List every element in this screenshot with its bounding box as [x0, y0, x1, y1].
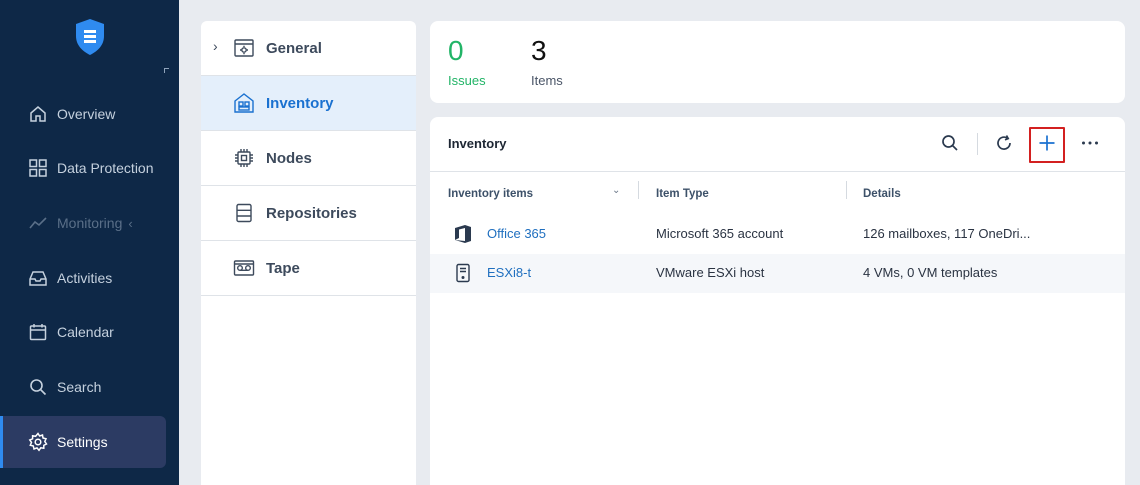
- grid-icon: [28, 158, 48, 178]
- refresh-button[interactable]: [986, 127, 1022, 163]
- more-options-button[interactable]: [1072, 127, 1108, 163]
- column-divider[interactable]: [638, 181, 639, 199]
- column-header-inventory-items[interactable]: Inventory items: [448, 188, 533, 200]
- inventory-icon: [233, 92, 255, 114]
- chart-line-icon: [28, 213, 48, 233]
- nav-label: Data Protection: [57, 160, 154, 176]
- search-icon: [940, 133, 960, 158]
- nav-label: Search: [57, 379, 102, 395]
- refresh-icon: [994, 133, 1014, 158]
- column-divider[interactable]: [846, 181, 847, 199]
- main-nav: Overview Data Protection Monitoring ‹ Ac…: [0, 0, 179, 485]
- chevron-right-icon[interactable]: ›: [213, 38, 218, 54]
- submenu-label: Tape: [266, 259, 300, 277]
- inventory-item-name[interactable]: ESXi8-t: [487, 265, 531, 280]
- table-row[interactable]: Office 365 Microsoft 365 account 126 mai…: [430, 215, 1125, 254]
- nav-item-activities[interactable]: Activities: [0, 252, 166, 304]
- submenu-label: General: [266, 39, 322, 57]
- nav-item-search[interactable]: Search: [0, 361, 166, 413]
- inventory-item-details: 126 mailboxes, 117 OneDri...: [863, 226, 1031, 241]
- issues-count: 0: [448, 35, 464, 66]
- settings-panel-icon: [233, 37, 255, 59]
- nav-label: Calendar: [57, 324, 114, 340]
- nav-label: Overview: [57, 106, 116, 122]
- nav-label: Monitoring: [57, 215, 123, 231]
- items-label: Items: [531, 73, 563, 88]
- inventory-item-name[interactable]: Office 365: [487, 226, 546, 241]
- gear-icon: [28, 432, 48, 452]
- panel-header: Inventory: [430, 117, 1125, 172]
- inventory-item-type: VMware ESXi host: [656, 265, 765, 280]
- issues-stat[interactable]: 0 Issues: [448, 35, 486, 88]
- table-row[interactable]: ESXi8-t VMware ESXi host 4 VMs, 0 VM tem…: [430, 254, 1125, 293]
- search-button[interactable]: [932, 127, 968, 163]
- submenu-item-inventory[interactable]: Inventory: [201, 76, 416, 131]
- add-button[interactable]: [1029, 127, 1065, 163]
- submenu-item-tape[interactable]: Tape: [201, 241, 416, 296]
- stats-card: 0 Issues 3 Items: [430, 21, 1125, 103]
- logo-shield-icon: [74, 18, 106, 56]
- table-header: Inventory items ⌄ Item Type Details: [430, 179, 1125, 209]
- nav-item-data-protection[interactable]: Data Protection: [0, 142, 166, 194]
- inbox-icon: [28, 268, 48, 288]
- nav-item-settings[interactable]: Settings: [0, 416, 166, 468]
- nav-label: Settings: [57, 434, 108, 450]
- office-icon: [453, 224, 473, 244]
- tape-icon: [233, 257, 255, 279]
- more-icon: [1080, 133, 1100, 158]
- items-count: 3: [531, 35, 547, 66]
- issues-label: Issues: [448, 73, 486, 88]
- inventory-item-type: Microsoft 365 account: [656, 226, 784, 241]
- calendar-icon: [28, 322, 48, 342]
- submenu-item-general[interactable]: › General: [201, 21, 416, 76]
- home-icon: [28, 104, 48, 124]
- panel-title: Inventory: [448, 136, 507, 151]
- submenu-label: Inventory: [266, 94, 334, 112]
- submenu-label: Nodes: [266, 149, 312, 167]
- plus-icon: [1037, 133, 1057, 158]
- chip-icon: [233, 147, 255, 169]
- submenu-label: Repositories: [266, 204, 357, 222]
- nav-item-monitoring[interactable]: Monitoring ‹: [0, 197, 166, 249]
- inventory-item-details: 4 VMs, 0 VM templates: [863, 265, 998, 280]
- chevron-left-icon: ‹: [128, 215, 133, 231]
- submenu-item-repositories[interactable]: Repositories: [201, 186, 416, 241]
- column-header-item-type[interactable]: Item Type: [656, 188, 709, 200]
- inventory-panel: Inventory Inventory items ⌄ Item Type De…: [430, 117, 1125, 485]
- column-header-details[interactable]: Details: [863, 188, 901, 200]
- sort-down-icon[interactable]: ⌄: [612, 185, 620, 196]
- nav-label: Activities: [57, 270, 113, 286]
- items-stat: 3 Items: [531, 35, 563, 88]
- submenu-item-nodes[interactable]: Nodes: [201, 131, 416, 186]
- collapse-nav-icon[interactable]: [164, 68, 169, 73]
- nav-item-overview[interactable]: Overview: [0, 88, 166, 140]
- server-icon: [453, 263, 473, 283]
- settings-submenu: › General Inventory Nodes Repositories T…: [201, 21, 416, 485]
- toolbar-divider: [977, 133, 978, 155]
- database-icon: [233, 202, 255, 224]
- nav-item-calendar[interactable]: Calendar: [0, 306, 166, 358]
- search-icon: [28, 377, 48, 397]
